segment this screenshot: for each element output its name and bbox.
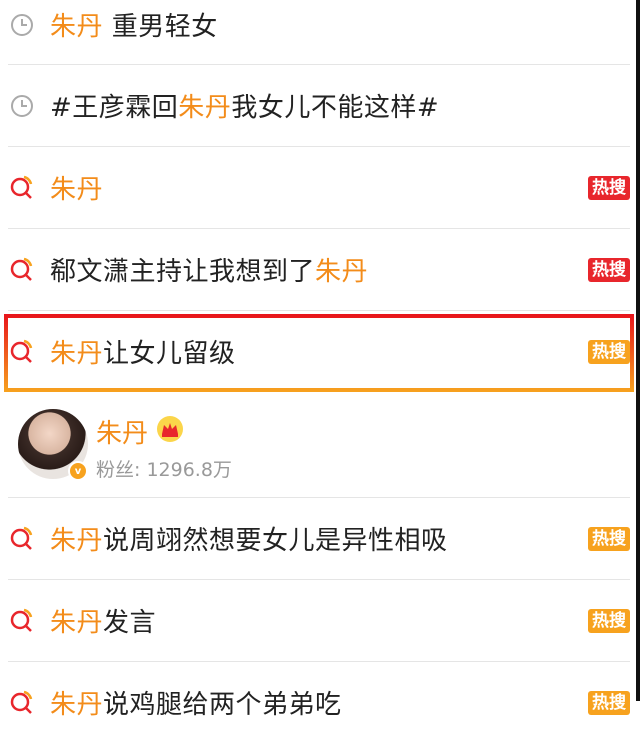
hot-search-icon (8, 338, 36, 366)
suggestion-item[interactable]: 朱丹 热搜 (8, 147, 630, 228)
history-item-text: #王彦霖回朱丹我女儿不能这样# (50, 93, 440, 123)
suggestion-text: 朱丹说周翊然想要女儿是异性相吸 (50, 526, 448, 556)
hot-search-icon (8, 174, 36, 202)
hot-badge: 热搜 (588, 690, 630, 715)
suggestion-text: 朱丹让女儿留级 (50, 339, 236, 369)
history-item-text: 朱丹 重男轻女 (50, 12, 218, 42)
hot-badge: 热搜 (588, 608, 630, 633)
hot-badge: 热搜 (588, 175, 630, 200)
suggestion-text: 朱丹说鸡腿给两个弟弟吃 (50, 690, 342, 720)
hot-search-icon (8, 607, 36, 635)
user-name: 朱丹 (96, 419, 149, 449)
clock-icon (8, 11, 36, 39)
hot-search-icon (8, 525, 36, 553)
suggestion-item[interactable]: 朱丹说鸡腿给两个弟弟吃 热搜 (8, 662, 630, 743)
suggestion-item-selected[interactable]: 朱丹让女儿留级 热搜 (8, 311, 630, 392)
suggestion-text: 朱丹发言 (50, 608, 157, 638)
history-item[interactable]: #王彦霖回朱丹我女儿不能这样# (8, 65, 630, 146)
suggestion-text: 郗文潇主持让我想到了朱丹 (50, 257, 369, 287)
hot-search-icon (8, 689, 36, 717)
hot-badge: 热搜 (588, 257, 630, 282)
history-item[interactable]: 朱丹 重男轻女 (8, 0, 630, 65)
screen-edge (636, 0, 640, 701)
suggestion-text: 朱丹 (50, 175, 104, 205)
suggestion-item[interactable]: 郗文潇主持让我想到了朱丹 热搜 (8, 229, 630, 310)
suggestion-item[interactable]: 朱丹说周翊然想要女儿是异性相吸 热搜 (8, 498, 630, 579)
user-suggestion[interactable]: v 朱丹 粉丝: 1296.8万 (8, 401, 630, 495)
suggestion-item[interactable]: 朱丹发言 热搜 (8, 580, 630, 661)
clock-icon (8, 92, 36, 120)
hot-badge: 热搜 (588, 526, 630, 551)
v-badge-icon: v (68, 461, 88, 481)
hot-search-icon (8, 256, 36, 284)
hot-badge: 热搜 (588, 339, 630, 364)
fans-count: 粉丝: 1296.8万 (96, 459, 232, 481)
crown-icon (156, 415, 184, 443)
